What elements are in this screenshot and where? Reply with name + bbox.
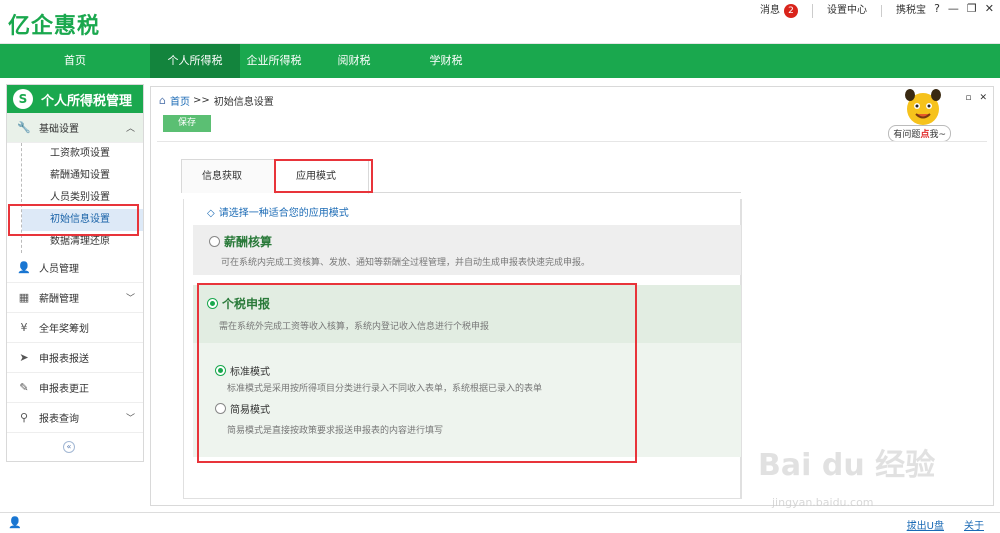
minimize-window-icon[interactable]: — <box>948 2 959 15</box>
option-desc: 可在系统内完成工资核算、发放、通知等薪酬全过程管理，并自动生成申报表快速完成申报… <box>221 258 591 268</box>
app-logo: 亿企惠税 <box>8 14 101 39</box>
mode-hint-text: 请选择一种适合您的应用模式 <box>218 208 349 219</box>
save-button[interactable]: 保存 <box>163 115 211 132</box>
right-separator <box>741 199 742 499</box>
help-window-icon[interactable]: ? <box>934 2 940 15</box>
messages-link[interactable]: 消息 2 <box>746 4 813 18</box>
breadcrumb-current: 初始信息设置 <box>213 97 274 108</box>
sidebar-group-report-correct[interactable]: ✎ 申报表更正 <box>7 373 143 403</box>
sidebar-group-label: 申报表报送 <box>39 354 89 365</box>
help-tip[interactable]: 有问题点我~ <box>888 125 951 142</box>
sidebar-item-salary-notice[interactable]: 薪酬通知设置 <box>50 165 143 187</box>
sidebar-group-report-query[interactable]: ⚲ 报表查询 ﹀ <box>7 403 143 433</box>
breadcrumb-home-link[interactable]: 首页 <box>170 93 190 108</box>
nav-learn-finance-tax[interactable]: 学财税 <box>400 44 492 78</box>
sidebar-group-label: 人员管理 <box>39 264 79 275</box>
sidebar-group-report-submit[interactable]: ➤ 申报表报送 <box>7 343 143 373</box>
help-tip-prefix: 有问题 <box>893 130 921 140</box>
sidebar-group-label: 申报表更正 <box>39 384 89 395</box>
chevron-down-icon: ﹀ <box>125 294 135 304</box>
nav-read-finance-tax[interactable]: 阅财税 <box>308 44 400 78</box>
option-title-text: 薪酬核算 <box>224 235 273 249</box>
tax-treasure-link[interactable]: 携税宝 <box>882 5 940 17</box>
send-icon: ➤ <box>19 351 29 364</box>
about-link[interactable]: 关于 <box>964 517 984 532</box>
eject-usb-link[interactable]: 拔出U盘 <box>907 517 944 532</box>
highlight-box-tab <box>274 159 373 193</box>
salary-icon: ▦ <box>18 291 30 304</box>
radio-salary-accounting[interactable] <box>209 236 220 247</box>
user-icon: 👤 <box>17 261 31 274</box>
sidebar-group-bonus[interactable]: ¥ 全年奖筹划 <box>7 313 143 343</box>
sidebar-group-label: 基础设置 <box>39 124 79 135</box>
tag-icon: ◇ <box>207 208 215 219</box>
wrench-icon: 🔧 <box>17 121 31 134</box>
edit-icon: ✎ <box>19 381 29 394</box>
search-icon: ⚲ <box>19 411 29 424</box>
sidebar-collapse-button[interactable]: « <box>63 441 75 453</box>
window-controls: ? — ❐ ✕ <box>934 2 994 15</box>
sidebar-group-label: 薪酬管理 <box>39 294 79 305</box>
nav-personal-income-tax[interactable]: 个人所得税 <box>150 44 240 78</box>
sidebar: S 个人所得税管理 🔧 基础设置 ︿ 工资款项设置 薪酬通知设置 人员类别设置 … <box>6 84 144 462</box>
sidebar-group-staff[interactable]: 👤 人员管理 <box>7 253 143 283</box>
highlight-box-option <box>197 283 637 463</box>
tax-s-icon: S <box>13 89 33 109</box>
sidebar-header: S 个人所得税管理 <box>7 85 143 113</box>
help-tip-suffix: 我~ <box>929 130 946 140</box>
chevron-up-icon: ︿ <box>125 124 135 134</box>
user-icon[interactable]: 👤 <box>8 516 22 529</box>
chevron-down-icon: ﹀ <box>125 414 135 424</box>
main-nav: 首页 个人所得税 企业所得税(地税) 阅财税 学财税 <box>0 44 1000 101</box>
sidebar-group-salary[interactable]: ▦ 薪酬管理 ﹀ <box>7 283 143 313</box>
top-links: 消息 2 设置中心 携税宝 <box>746 4 940 18</box>
sidebar-group-basic-settings[interactable]: 🔧 基础设置 ︿ <box>7 113 143 143</box>
nav-corporate-income-tax[interactable]: 企业所得税(地税) <box>240 44 308 101</box>
option-salary-accounting[interactable]: 薪酬核算 可在系统内完成工资核算、发放、通知等薪酬全过程管理，并自动生成申报表快… <box>193 225 741 275</box>
restore-window-icon[interactable]: ❐ <box>967 2 977 15</box>
messages-label: 消息 <box>760 5 780 16</box>
close-window-icon[interactable]: ✕ <box>985 2 994 15</box>
panel-window-controls: ▫ ✕ <box>965 93 987 103</box>
baidu-watermark-url: jingyan.baidu.com <box>772 496 874 509</box>
option-title: 薪酬核算 <box>209 233 272 250</box>
messages-count-badge: 2 <box>784 4 798 18</box>
tab-info-fetch[interactable]: 信息获取 <box>181 159 275 193</box>
home-icon: ⌂ <box>159 94 166 107</box>
breadcrumb-separator: >> <box>192 95 210 106</box>
sidebar-group-label: 报表查询 <box>39 414 79 425</box>
mode-hint: ◇ 请选择一种适合您的应用模式 <box>207 204 349 219</box>
tab-bar: 信息获取 应用模式 <box>181 159 741 194</box>
sidebar-group-label: 全年奖筹划 <box>39 324 89 335</box>
panel-close-icon[interactable]: ✕ <box>979 93 987 103</box>
sidebar-sub-list: 工资款项设置 薪酬通知设置 人员类别设置 初始信息设置 数据清理还原 <box>21 143 143 253</box>
settings-center-link[interactable]: 设置中心 <box>813 5 882 17</box>
top-bar: 亿企惠税 消息 2 设置中心 携税宝 ? — ❐ ✕ <box>0 0 1000 44</box>
bonus-icon: ¥ <box>20 321 28 334</box>
status-bar: 👤 拔出U盘 关于 <box>0 512 1000 533</box>
sidebar-title: 个人所得税管理 <box>41 93 133 109</box>
sidebar-item-salary-items[interactable]: 工资款项设置 <box>50 143 143 165</box>
nav-home[interactable]: 首页 <box>0 44 150 78</box>
panel-maximize-icon[interactable]: ▫ <box>965 93 971 103</box>
panel-divider <box>157 141 987 142</box>
breadcrumb: ⌂ 首页 >> 初始信息设置 <box>159 93 274 108</box>
baidu-watermark: Bai du 经验 <box>758 448 936 483</box>
highlight-box-sidebar <box>8 204 139 236</box>
